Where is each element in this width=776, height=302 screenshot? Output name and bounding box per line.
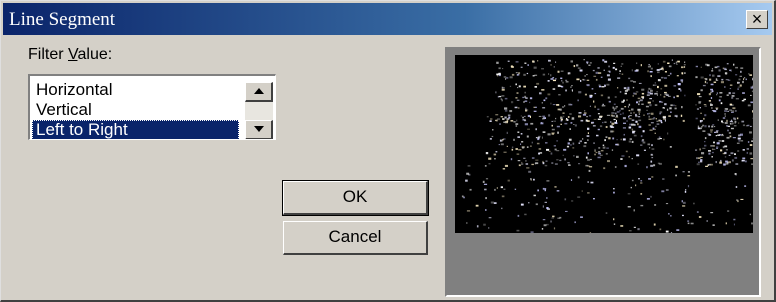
scroll-down-button[interactable] — [245, 120, 273, 139]
filter-value-listbox[interactable]: Horizontal Vertical Left to Right — [28, 74, 276, 140]
arrow-down-icon — [254, 126, 264, 132]
line-segment-dialog: Line Segment × Filter Value: Horizontal … — [0, 0, 776, 302]
edge-detected-image-preview — [461, 59, 753, 233]
filter-value-label: Filter Value: — [28, 46, 113, 63]
preview-image — [455, 55, 753, 233]
list-item-vertical[interactable]: Vertical — [32, 100, 239, 120]
close-icon: × — [751, 9, 763, 29]
ok-button[interactable]: OK — [282, 180, 429, 216]
scroll-up-button[interactable] — [245, 82, 273, 102]
cancel-button[interactable]: Cancel — [283, 221, 428, 255]
dialog-title: Line Segment — [9, 9, 116, 30]
title-bar[interactable]: Line Segment × — [3, 3, 772, 35]
preview-panel — [445, 47, 761, 297]
list-item-left-to-right[interactable]: Left to Right — [32, 120, 239, 139]
close-button[interactable]: × — [746, 10, 768, 29]
list-item-horizontal[interactable]: Horizontal — [32, 80, 239, 100]
arrow-up-icon — [254, 88, 264, 94]
scrollbar-track[interactable] — [245, 102, 273, 120]
